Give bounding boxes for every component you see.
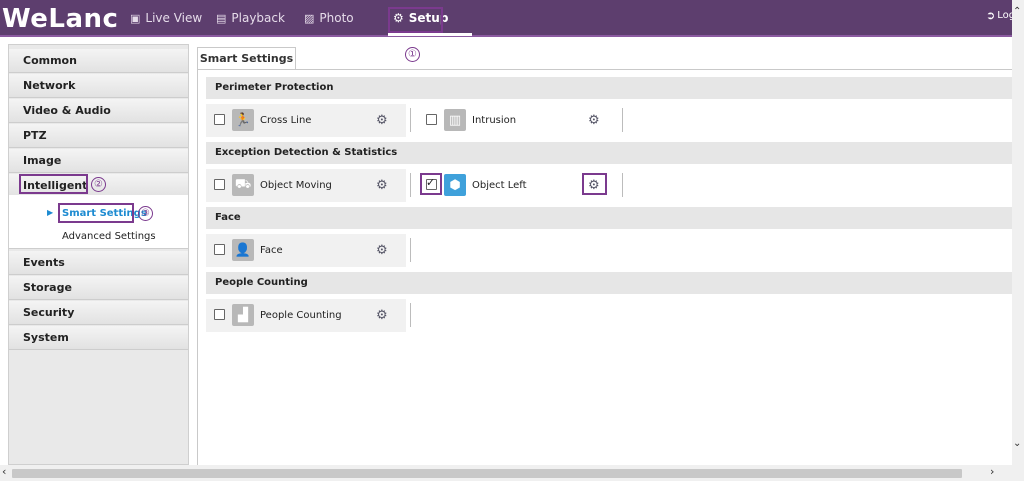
top-nav-bar: WeLanc ▣ Live View ▤ Playback ▨ Photo ⚙ … [0,0,1015,37]
object-moving-checkbox[interactable] [214,179,225,190]
people-counting-gear-icon[interactable]: ⚙ [376,309,388,322]
callout-box-setup [388,7,443,33]
sidebar-item-ptz[interactable]: PTZ [9,124,188,148]
callout-1: ① [405,47,420,62]
vertical-scrollbar[interactable]: ⌃ ⌄ [1012,0,1024,465]
divider [622,108,623,132]
object-left-icon: ⬢ [444,174,466,196]
face-label: Face [260,245,283,256]
callout-box-checkbox [420,173,442,195]
monitor-icon: ▣ [130,11,141,25]
nav-photo[interactable]: ▨ Photo [304,11,354,25]
nav-photo-label: Photo [319,11,354,25]
face-gear-icon[interactable]: ⚙ [376,244,388,257]
tab-smart-settings[interactable]: Smart Settings [197,47,296,70]
object-moving-gear-icon[interactable]: ⚙ [376,179,388,192]
submenu-advanced-settings[interactable]: Advanced Settings [62,231,156,242]
people-counting-label: People Counting [260,310,342,321]
divider [622,173,623,197]
intrusion-label: Intrusion [472,115,517,126]
face-checkbox[interactable] [214,244,225,255]
divider [410,108,411,132]
callout-2: ② [91,177,106,192]
section-face: Face [206,207,1012,229]
intrusion-icon: ▥ [444,109,466,131]
divider [410,173,411,197]
nav-active-underline [388,33,472,36]
sidebar: Common Network Video & Audio PTZ Image I… [8,44,189,465]
logout-button[interactable]: ➲ Log [986,9,1015,22]
callout-box-smart-settings [58,203,134,223]
cross-line-checkbox[interactable] [214,114,225,125]
cross-line-label: Cross Line [260,115,312,126]
nav-playback-label: Playback [231,11,285,25]
film-icon: ▤ [216,11,227,25]
scroll-left-icon[interactable]: ‹ [2,465,6,478]
nav-playback[interactable]: ▤ Playback [216,11,285,25]
brand-logo: WeLanc [2,4,119,34]
sidebar-item-events[interactable]: Events [9,251,188,275]
scroll-up-icon[interactable]: ⌃ [1013,6,1021,17]
sidebar-item-image[interactable]: Image [9,149,188,173]
sidebar-item-video-audio[interactable]: Video & Audio [9,99,188,123]
scroll-down-icon[interactable]: ⌄ [1013,438,1021,449]
face-icon: 👤 [232,239,254,261]
cross-line-icon: 🏃 [232,109,254,131]
caret-right-icon: ▶ [47,208,54,217]
sidebar-item-security[interactable]: Security [9,301,188,325]
sidebar-item-storage[interactable]: Storage [9,276,188,300]
callout-box-gear [582,173,607,195]
object-moving-icon: ⛟ [232,174,254,196]
photo-icon: ▨ [304,11,315,25]
scroll-right-icon[interactable]: › [990,465,994,478]
sidebar-item-common[interactable]: Common [9,49,188,73]
divider [410,238,411,262]
intrusion-checkbox[interactable] [426,114,437,125]
callout-box-intelligent [19,174,88,194]
sidebar-item-network[interactable]: Network [9,74,188,98]
section-people-counting: People Counting [206,272,1012,294]
section-exception-detection: Exception Detection & Statistics [206,142,1012,164]
scrollbar-corner [1012,465,1024,481]
horizontal-scrollbar[interactable]: ‹ › [0,465,1012,481]
people-counting-icon: ▟ [232,304,254,326]
nav-live-view-label: Live View [145,11,203,25]
intrusion-gear-icon[interactable]: ⚙ [588,114,600,127]
object-left-label: Object Left [472,180,527,191]
sidebar-item-system[interactable]: System [9,326,188,350]
object-moving-label: Object Moving [260,180,332,191]
horizontal-scrollbar-thumb[interactable] [12,469,962,478]
divider [410,303,411,327]
people-counting-checkbox[interactable] [214,309,225,320]
section-perimeter-protection: Perimeter Protection [206,77,1012,99]
nav-live-view[interactable]: ▣ Live View [130,11,202,25]
logout-icon: ➲ [986,9,996,22]
cross-line-gear-icon[interactable]: ⚙ [376,114,388,127]
callout-3: ③ [138,206,153,221]
